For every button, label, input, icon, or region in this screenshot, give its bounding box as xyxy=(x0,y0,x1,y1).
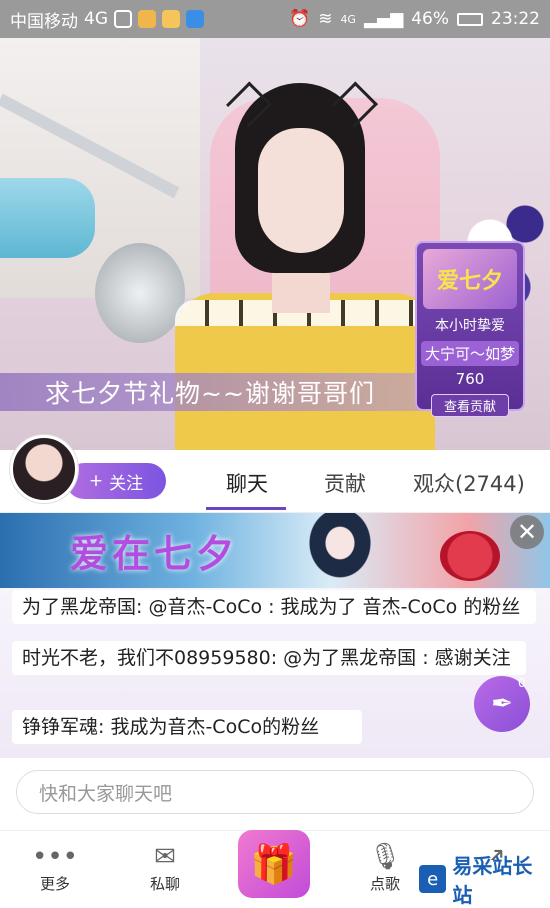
microphone xyxy=(0,178,95,258)
song-request-button[interactable]: 🎙 点歌 xyxy=(350,841,420,894)
rose-icon xyxy=(440,531,500,581)
chat-message: 为了黑龙帝国: @音杰-CoCo : 我成为了 音杰-CoCo 的粉丝 xyxy=(12,590,536,624)
carrier-label: 中国移动 xyxy=(10,11,78,32)
battery-label: 46% xyxy=(411,9,449,29)
follow-button[interactable]: + 关注 xyxy=(66,463,166,499)
more-icon: ••• xyxy=(31,842,78,872)
chat-message-text: 为了黑龙帝国: @音杰-CoCo : 我成为了 音杰-CoCo 的粉丝 xyxy=(22,596,521,618)
ad-figure xyxy=(300,513,380,588)
private-chat-button[interactable]: ✉ 私聊 xyxy=(130,841,200,894)
chat-message: 时光不老，我们不08959580: @为了黑龙帝国 : 感谢关注 xyxy=(12,641,526,675)
app-icon xyxy=(162,10,180,28)
gallery-icon xyxy=(114,10,132,28)
watermark-logo-icon: e xyxy=(419,865,447,893)
private-chat-label: 私聊 xyxy=(149,875,180,893)
tab-audience[interactable]: 观众(2744) xyxy=(413,468,525,498)
plus-icon: + xyxy=(88,471,104,491)
chat-message: 铮铮军魂: 我成为音杰-CoCo的粉丝 xyxy=(12,710,362,744)
watermark: e 易采站长站 xyxy=(415,854,550,907)
tab-contribution[interactable]: 贡献 xyxy=(324,468,366,498)
close-icon[interactable]: ✕ xyxy=(510,515,544,549)
song-request-label: 点歌 xyxy=(369,875,400,893)
chat-input[interactable]: 快和大家聊天吧 xyxy=(16,770,534,814)
follow-label: 关注 xyxy=(109,473,144,494)
more-button[interactable]: ••• 更多 xyxy=(20,841,90,894)
microphone-head xyxy=(95,243,185,343)
gift-card-value: 760 xyxy=(455,370,485,388)
microphone-icon: 🎙 xyxy=(368,842,402,872)
app-icon xyxy=(186,10,204,28)
stream-banner: 求七夕节礼物~~谢谢哥哥们 xyxy=(0,373,420,411)
status-bar: 中国移动 4G ⏰ ≋ 4G ▂▄▆ 46% 23:22 xyxy=(0,0,550,38)
gift-card-button[interactable]: 查看贡献 xyxy=(431,394,509,417)
network-label: 4G xyxy=(84,9,108,29)
gift-card-user: 大宁可～如梦 xyxy=(421,341,519,366)
app-icon xyxy=(138,10,156,28)
wifi-icon: ≋ xyxy=(318,9,333,29)
gift-card-title: 本小时挚爱 xyxy=(435,318,505,334)
alarm-icon: ⏰ xyxy=(289,9,311,29)
mail-icon: ✉ xyxy=(154,842,176,872)
watermark-text: 易采站长站 xyxy=(452,854,533,907)
more-label: 更多 xyxy=(39,875,70,893)
chat-message-text: 铮铮军魂: 我成为音杰-CoCo的粉丝 xyxy=(22,716,320,738)
time-label: 23:22 xyxy=(491,9,540,29)
ad-banner[interactable]: 爱在七夕 xyxy=(0,513,550,588)
battery-icon xyxy=(457,12,483,26)
tab-chat[interactable]: 聊天 xyxy=(226,468,268,498)
gift-icon[interactable]: 🎁 xyxy=(238,830,310,898)
ad-title: 爱在七夕 xyxy=(70,531,239,576)
avatar[interactable] xyxy=(10,435,78,503)
gift-ranking-card[interactable]: 爱七夕 本小时挚爱 大宁可～如梦 760 查看贡献 xyxy=(415,241,525,417)
tab-underline xyxy=(206,507,286,510)
gift-card-logo: 爱七夕 xyxy=(423,249,517,309)
feather-count: 0 xyxy=(518,676,526,690)
signal-icon: ▂▄▆ xyxy=(363,9,404,29)
signal-label: 4G xyxy=(340,12,356,26)
chat-message-text: 时光不老，我们不08959580: @为了黑龙帝国 : 感谢关注 xyxy=(22,647,511,669)
streamer-face xyxy=(258,128,344,253)
input-bar: 快和大家聊天吧 xyxy=(0,758,550,830)
